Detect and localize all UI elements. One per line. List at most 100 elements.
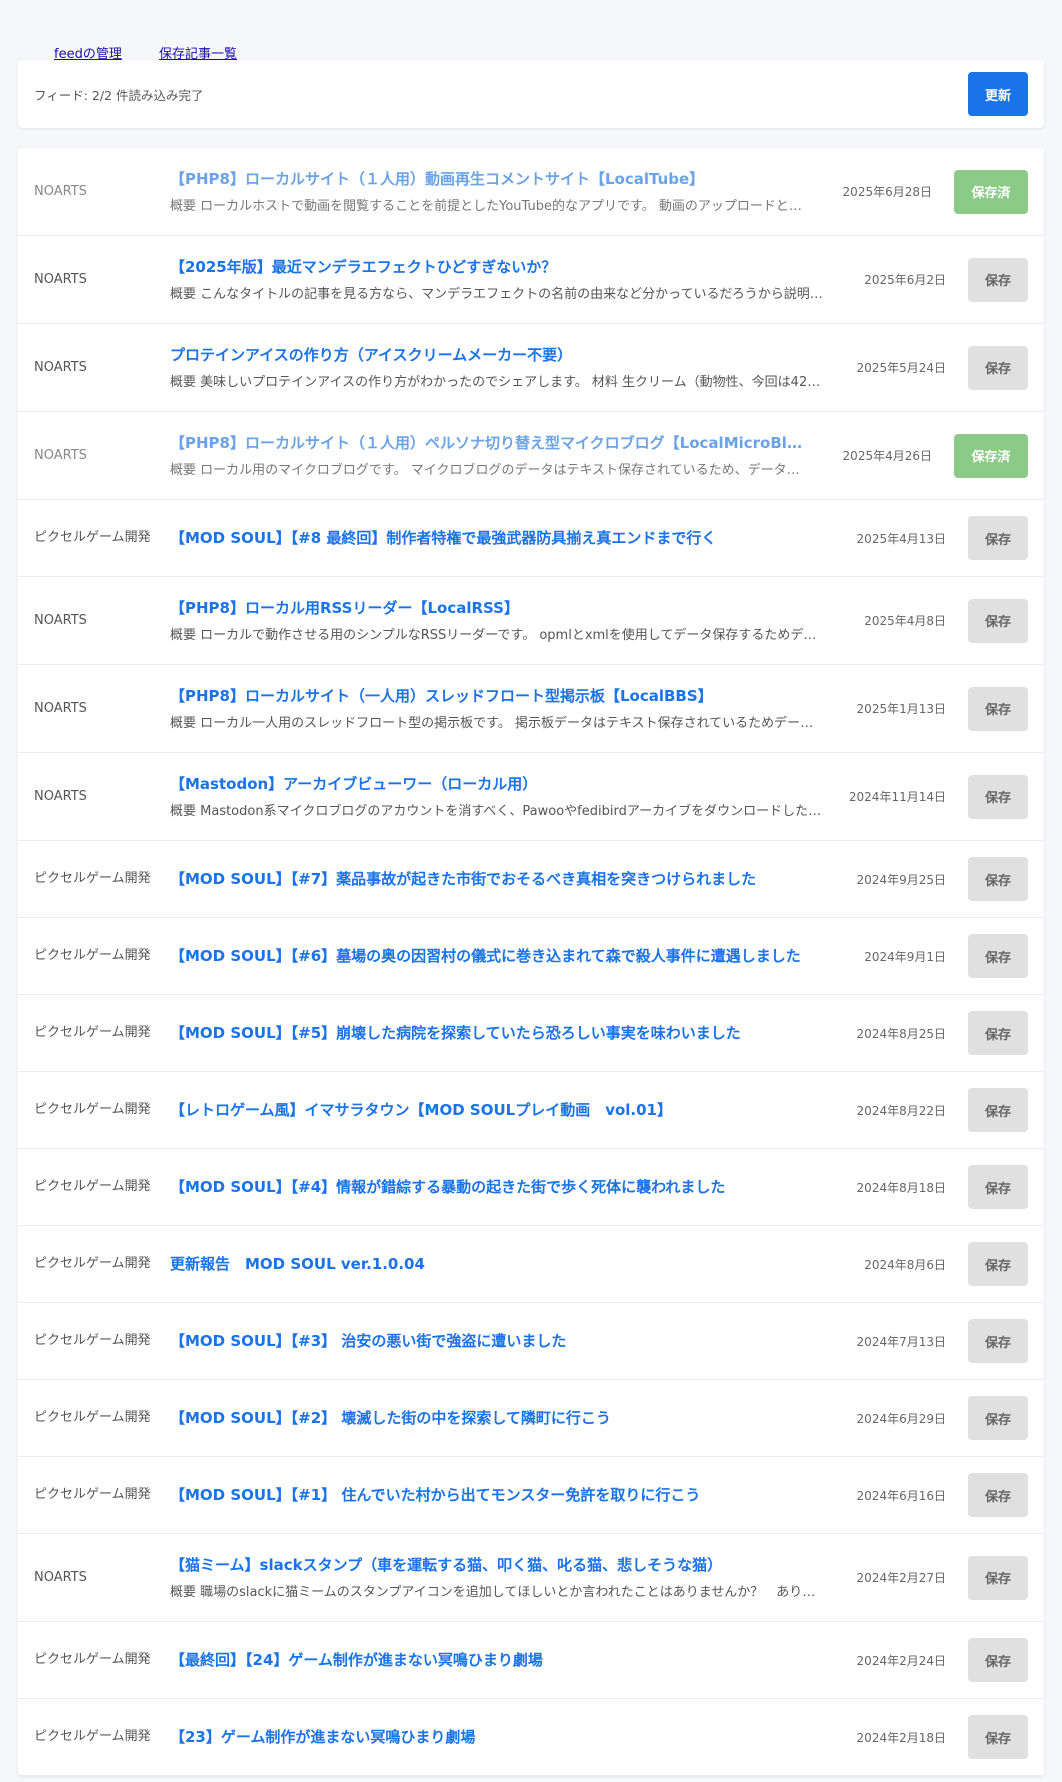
article-title-link[interactable]: 【MOD SOUL】【#1】 住んでいた村から出てモンスター免許を取りに行こう — [170, 1484, 826, 1506]
article-excerpt: 概要 ローカル用のマイクロブログです。 マイクロブログのデータはテキスト保存され… — [170, 462, 812, 478]
feed-status-text: フィード: 2/2 件読み込み完了 — [34, 87, 204, 103]
article-date: 2025年6月2日 — [864, 273, 946, 287]
article-list: NOARTS 【PHP8】ローカルサイト（１人用）動画再生コメントサイト【Loca… — [18, 148, 1044, 1776]
save-button[interactable]: 保存 — [968, 1396, 1028, 1440]
article-title-link[interactable]: 【レトロゲーム風】イマサラタウン【MOD SOULプレイ動画 vol.01】 — [170, 1099, 826, 1121]
article-title-link[interactable]: 【2025年版】最近マンデラエフェクトひどすぎないか？ — [170, 256, 826, 278]
article-feed-name: ピクセルゲーム開発 — [34, 871, 151, 886]
save-button[interactable]: 保存 — [968, 934, 1028, 978]
article-text: 【レトロゲーム風】イマサラタウン【MOD SOULプレイ動画 vol.01】 — [170, 1099, 826, 1121]
article-excerpt: 概要 ローカル一人用のスレッドフロート型の掲示板です。 掲示板データはテキスト保… — [170, 715, 826, 731]
article-row: ピクセルゲーム開発 【MOD SOUL】【#4】情報が錯綜する暴動の起きた街で歩く… — [18, 1149, 1044, 1226]
article-excerpt: 概要 Mastodon系マイクロブログのアカウントを消すべく、Pawooやfed… — [170, 803, 826, 819]
article-title-link[interactable]: 【MOD SOUL】【#8 最終回】制作者特権で最強武器防具揃え真エンドまで行く — [170, 527, 826, 549]
save-button[interactable]: 保存 — [968, 345, 1028, 390]
save-button[interactable]: 保存 — [968, 1165, 1028, 1209]
article-excerpt: 概要 職場のslackに猫ミームのスタンプアイコンを追加してほしいとか言われたこ… — [170, 1584, 826, 1600]
article-feed-name: NOARTS — [34, 271, 87, 287]
article-date: 2025年4月26日 — [842, 449, 932, 463]
article-date: 2024年8月22日 — [856, 1103, 946, 1118]
article-date: 2025年6月28日 — [842, 185, 932, 199]
article-date: 2024年2月27日 — [856, 1571, 946, 1585]
save-button[interactable]: 保存 — [968, 1242, 1028, 1286]
article-feed-name: ピクセルゲーム開発 — [34, 1179, 151, 1194]
article-feed-name: ピクセルゲーム開発 — [34, 1729, 151, 1744]
save-button[interactable]: 保存 — [968, 1319, 1028, 1363]
article-text: 【Mastodon】アーカイブビューワー（ローカル用） 概要 Mastodon系マ… — [170, 773, 826, 821]
article-row: ピクセルゲーム開発 【MOD SOUL】【#1】 住んでいた村から出てモンスター免… — [18, 1457, 1044, 1534]
article-row: NOARTS 【猫ミーム】slackスタンプ（車を運転する猫、叩く猫、叱る猫、悲し… — [18, 1534, 1044, 1622]
article-row: NOARTS 【PHP8】ローカルサイト（一人用）スレッドフロート型掲示板【Loc… — [18, 665, 1044, 753]
article-text: 【PHP8】ローカル用RSSリーダー【LocalRSS】 概要 ローカルで動作させ… — [170, 597, 826, 645]
article-row: NOARTS プロテインアイスの作り方（アイスクリームメーカー不要） 概要 美味しい… — [18, 324, 1044, 412]
article-title-link[interactable]: 【MOD SOUL】【#6】墓場の奥の因習村の儀式に巻き込まれて森で殺人事件に遭… — [170, 945, 826, 967]
save-button[interactable]: 保存 — [968, 774, 1028, 819]
article-feed-name: ピクセルゲーム開発 — [34, 1333, 151, 1348]
saved-button[interactable]: 保存済 — [954, 169, 1028, 214]
save-button[interactable]: 保存 — [968, 1638, 1028, 1682]
article-date: 2024年2月24日 — [856, 1653, 946, 1668]
article-title-link[interactable]: 【MOD SOUL】【#7】薬品事故が起きた市街でおそるべき真相を突きつけられま… — [170, 868, 826, 890]
article-text: 更新報告 MOD SOUL ver.1.0.04 — [170, 1253, 826, 1275]
article-title-link[interactable]: 【PHP8】ローカルサイト（一人用）スレッドフロート型掲示板【LocalBBS】 — [170, 685, 826, 707]
article-excerpt: 概要 ローカルホストで動画を閲覧することを前提としたYouTube的なアプリです… — [170, 198, 812, 214]
article-title-link[interactable]: 【猫ミーム】slackスタンプ（車を運転する猫、叩く猫、叱る猫、悲しそうな猫） — [170, 1554, 826, 1576]
status-bar: フィード: 2/2 件読み込み完了 更新 — [18, 60, 1044, 128]
save-button[interactable]: 保存 — [968, 516, 1028, 560]
article-date: 2024年6月16日 — [856, 1488, 946, 1503]
article-text: 【MOD SOUL】【#1】 住んでいた村から出てモンスター免許を取りに行こう — [170, 1484, 826, 1506]
article-feed-name: NOARTS — [34, 788, 87, 804]
save-button[interactable]: 保存 — [968, 1088, 1028, 1132]
save-button[interactable]: 保存 — [968, 1715, 1028, 1759]
article-date: 2024年7月13日 — [856, 1334, 946, 1349]
article-feed-name: NOARTS — [34, 700, 87, 716]
article-text: 【MOD SOUL】【#8 最終回】制作者特権で最強武器防具揃え真エンドまで行く — [170, 527, 826, 549]
article-date: 2025年4月13日 — [856, 531, 946, 546]
article-text: 【MOD SOUL】【#4】情報が錯綜する暴動の起きた街で歩く死体に襲われました — [170, 1176, 826, 1198]
article-feed-name: ピクセルゲーム開発 — [34, 1025, 151, 1040]
article-feed-name: ピクセルゲーム開発 — [34, 1652, 151, 1667]
article-text: プロテインアイスの作り方（アイスクリームメーカー不要） 概要 美味しいプロテインア… — [170, 344, 826, 392]
article-text: 【PHP8】ローカルサイト（１人用）動画再生コメントサイト【LocalTube】… — [170, 168, 812, 216]
article-excerpt: 概要 美味しいプロテインアイスの作り方がわかったのでシェアします。 材料 生クリ… — [170, 374, 826, 390]
article-title-link[interactable]: 【Mastodon】アーカイブビューワー（ローカル用） — [170, 773, 826, 795]
article-title-link[interactable]: 【MOD SOUL】【#5】崩壊した病院を探索していたら恐ろしい事実を味わいまし… — [170, 1022, 826, 1044]
article-date: 2024年6月29日 — [856, 1411, 946, 1426]
article-feed-name: NOARTS — [34, 1569, 87, 1585]
article-feed-name: ピクセルゲーム開発 — [34, 1410, 151, 1425]
article-title-link[interactable]: 更新報告 MOD SOUL ver.1.0.04 — [170, 1253, 826, 1275]
save-button[interactable]: 保存 — [968, 686, 1028, 731]
article-title-link[interactable]: 【最終回】【24】ゲーム制作が進まない冥鳴ひまり劇場 — [170, 1649, 826, 1671]
article-title-link[interactable]: 【23】ゲーム制作が進まない冥鳴ひまり劇場 — [170, 1726, 826, 1748]
article-title-link[interactable]: プロテインアイスの作り方（アイスクリームメーカー不要） — [170, 344, 826, 366]
refresh-button[interactable]: 更新 — [968, 72, 1028, 116]
save-button[interactable]: 保存 — [968, 1011, 1028, 1055]
article-title-link[interactable]: 【PHP8】ローカルサイト（１人用）ペルソナ切り替え型マイクロブログ【Local… — [170, 432, 812, 454]
article-row: ピクセルゲーム開発 【MOD SOUL】【#8 最終回】制作者特権で最強武器防具揃… — [18, 500, 1044, 577]
save-button[interactable]: 保存 — [968, 598, 1028, 643]
article-date: 2024年9月25日 — [856, 872, 946, 887]
feed-manage-link[interactable]: feedの管理 — [54, 43, 122, 62]
article-feed-name: ピクセルゲーム開発 — [34, 948, 151, 963]
save-button[interactable]: 保存 — [968, 1555, 1028, 1600]
article-row: ピクセルゲーム開発 【MOD SOUL】【#7】薬品事故が起きた市街でおそるべき真… — [18, 841, 1044, 918]
save-button[interactable]: 保存 — [968, 257, 1028, 302]
article-date: 2024年8月25日 — [856, 1026, 946, 1041]
article-text: 【猫ミーム】slackスタンプ（車を運転する猫、叩く猫、叱る猫、悲しそうな猫） 概… — [170, 1554, 826, 1602]
article-row: ピクセルゲーム開発 更新報告 MOD SOUL ver.1.0.04 2024年8月… — [18, 1226, 1044, 1303]
save-button[interactable]: 保存 — [968, 1473, 1028, 1517]
article-title-link[interactable]: 【MOD SOUL】【#2】 壊滅した街の中を探索して隣町に行こう — [170, 1407, 826, 1429]
saved-button[interactable]: 保存済 — [954, 433, 1028, 478]
article-feed-name: ピクセルゲーム開発 — [34, 1487, 151, 1502]
article-title-link[interactable]: 【MOD SOUL】【#3】 治安の悪い街で強盗に遭いました — [170, 1330, 826, 1352]
article-row: NOARTS 【2025年版】最近マンデラエフェクトひどすぎないか？ 概要 こんなタ… — [18, 236, 1044, 324]
save-button[interactable]: 保存 — [968, 857, 1028, 901]
article-feed-name: ピクセルゲーム開発 — [34, 1256, 151, 1271]
article-date: 2024年8月6日 — [864, 1257, 946, 1272]
article-text: 【MOD SOUL】【#3】 治安の悪い街で強盗に遭いました — [170, 1330, 826, 1352]
article-title-link[interactable]: 【PHP8】ローカル用RSSリーダー【LocalRSS】 — [170, 597, 826, 619]
article-title-link[interactable]: 【PHP8】ローカルサイト（１人用）動画再生コメントサイト【LocalTube】 — [170, 168, 812, 190]
article-title-link[interactable]: 【MOD SOUL】【#4】情報が錯綜する暴動の起きた街で歩く死体に襲われました — [170, 1176, 826, 1198]
saved-articles-link[interactable]: 保存記事一覧 — [159, 43, 237, 62]
article-row: ピクセルゲーム開発 【レトロゲーム風】イマサラタウン【MOD SOULプレイ動画 … — [18, 1072, 1044, 1149]
